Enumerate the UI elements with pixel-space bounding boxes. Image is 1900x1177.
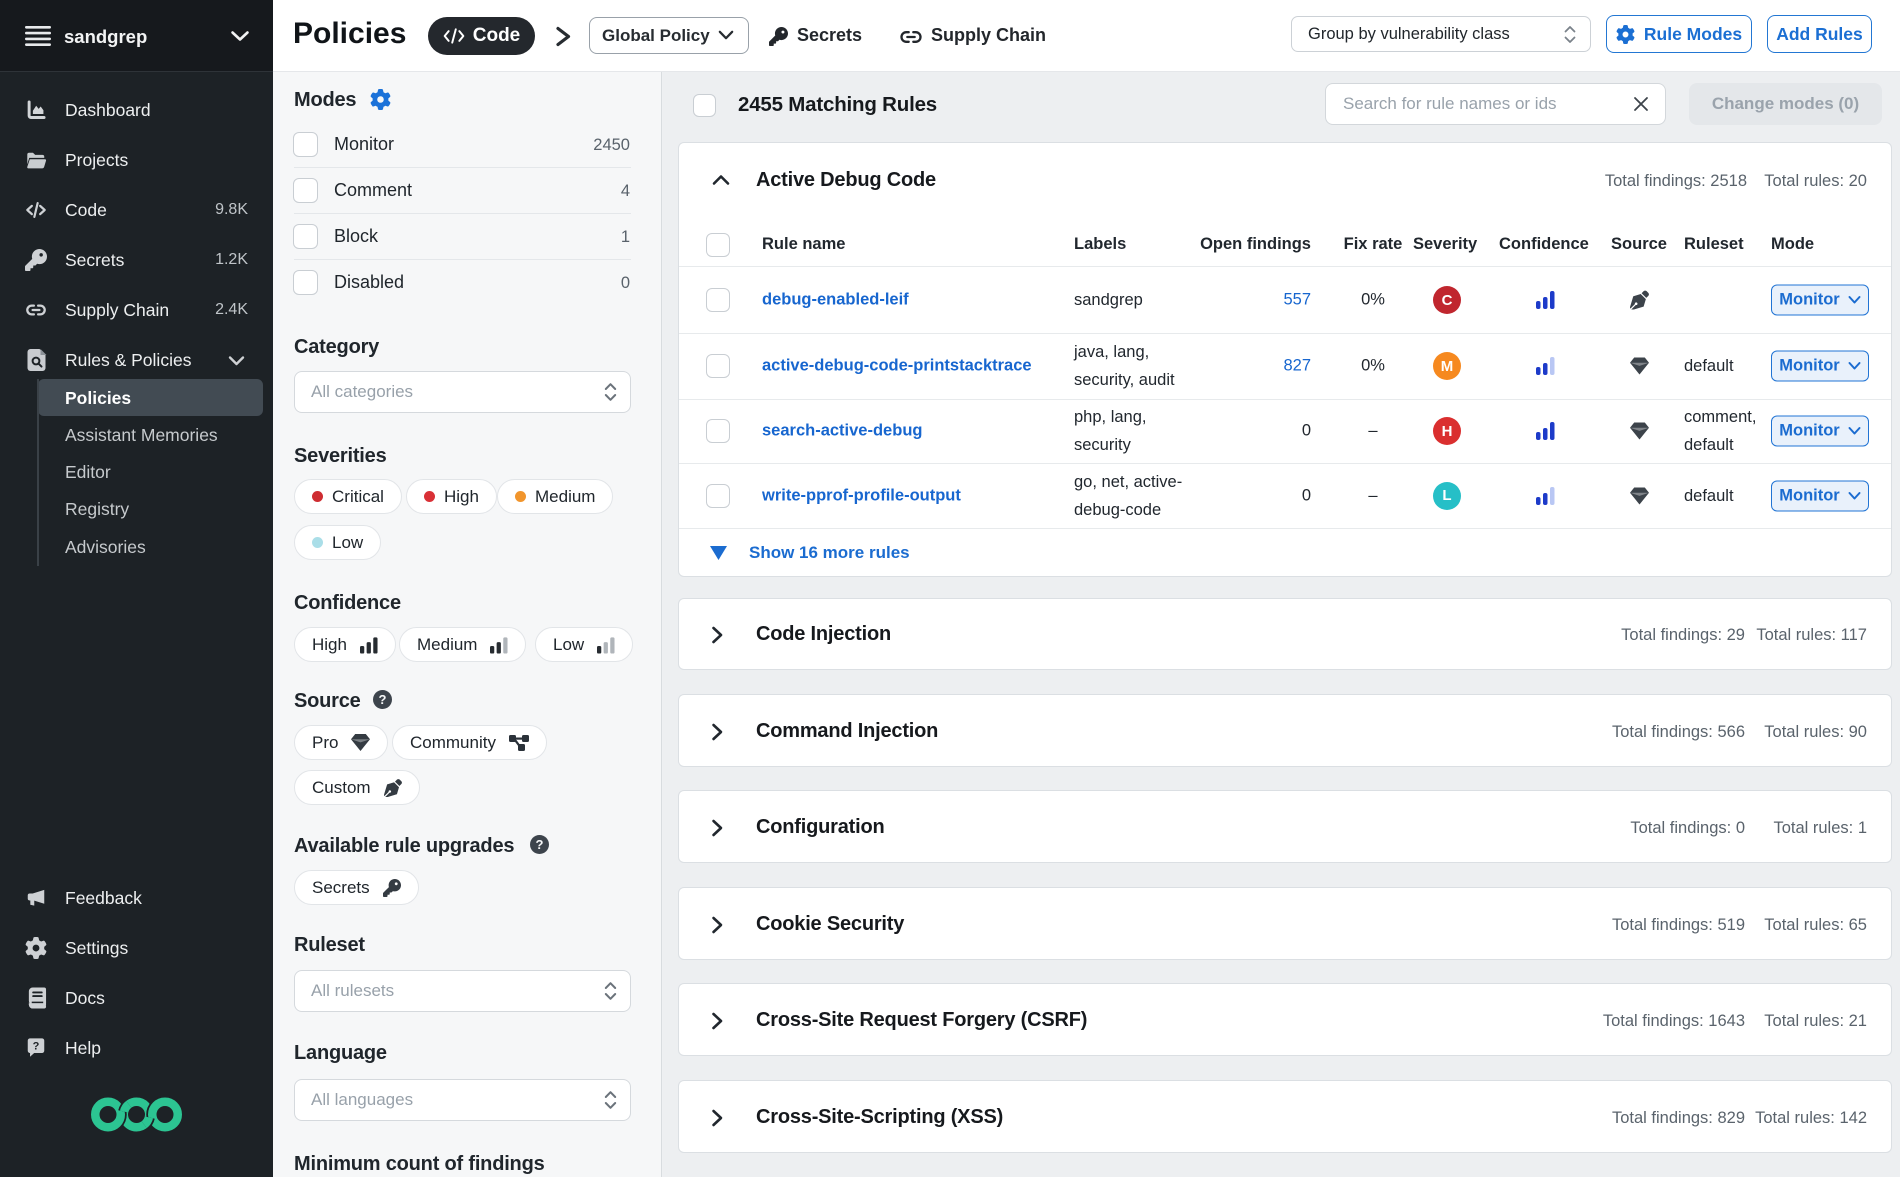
svg-text:?: ?: [33, 1041, 40, 1053]
